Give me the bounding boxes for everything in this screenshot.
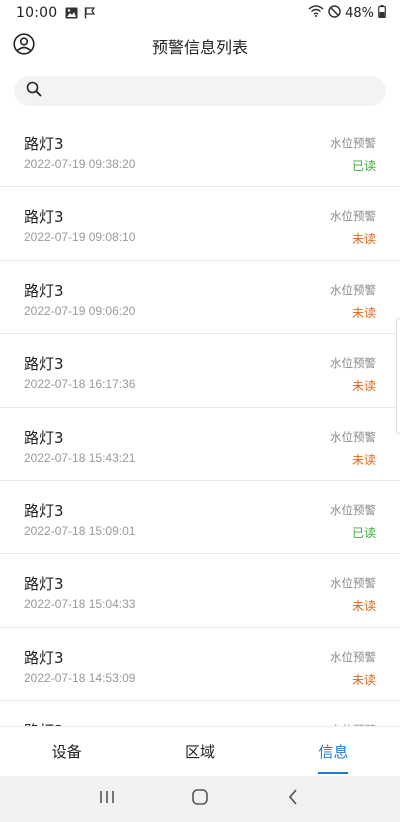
do-not-disturb-icon — [328, 4, 341, 22]
warning-timestamp: 2022-07-18 15:09:01 — [24, 523, 136, 538]
system-nav-bar — [0, 776, 400, 822]
warning-type: 水位预警 — [330, 576, 376, 591]
warning-list[interactable]: 路灯3 2022-07-19 09:38:20 水位预警 已读 路灯3 2022-07-1… — [0, 114, 400, 726]
read-status-badge: 未读 — [351, 452, 376, 467]
battery-percent: 48% — [345, 5, 374, 21]
search-input[interactable] — [42, 76, 386, 106]
warning-timestamp: 2022-07-18 15:43:21 — [24, 450, 136, 465]
warning-device-name: 路灯3 — [24, 575, 64, 594]
recent-apps-icon — [98, 789, 116, 809]
read-status-badge: 未读 — [351, 599, 376, 614]
warning-type: 水位预警 — [330, 649, 376, 664]
header: 预警信息列表 — [0, 26, 400, 66]
warning-type: 水位预警 — [330, 502, 376, 517]
scroll-indicator[interactable] — [396, 318, 400, 434]
tab-label: 信息 — [318, 743, 349, 761]
warning-list-item[interactable]: 路灯3 2022-07-18 15:43:21 水位预警未读 — [0, 408, 400, 481]
status-time: 10:00 — [16, 5, 58, 21]
warning-list-item[interactable]: 路灯3水位预警 — [0, 701, 400, 726]
read-status-badge: 未读 — [351, 379, 376, 394]
account-circle-icon — [13, 33, 35, 59]
home-button[interactable] — [180, 779, 220, 819]
warning-device-name: 路灯3 — [24, 135, 64, 153]
warning-type: 水位预警 — [330, 136, 376, 150]
wifi-icon — [308, 5, 324, 21]
warning-list-item[interactable]: 路灯3 2022-07-19 09:06:20 水位预警未读 — [0, 261, 400, 335]
warning-timestamp: 2022-07-18 14:53:09 — [24, 670, 136, 685]
warning-device-name: 路灯3 — [24, 355, 64, 374]
tab-label: 设备 — [51, 743, 82, 761]
back-button[interactable] — [273, 779, 313, 819]
page-title: 预警信息列表 — [151, 38, 248, 57]
warning-device-name: 路灯3 — [24, 501, 64, 520]
read-status-badge: 已读 — [351, 159, 376, 173]
bottom-tab-bar: 设备 区域 信息 — [0, 726, 400, 776]
warning-timestamp: 2022-07-19 09:08:10 — [24, 230, 136, 245]
tab-messages[interactable]: 信息 — [267, 727, 400, 776]
warning-list-item[interactable]: 路灯3 2022-07-18 15:09:01 水位预警已读 — [0, 481, 400, 555]
warning-type: 水位预警 — [330, 209, 376, 224]
warning-device-name: 路灯3 — [24, 281, 64, 300]
read-status-badge: 未读 — [351, 305, 376, 320]
back-icon — [286, 788, 300, 810]
warning-timestamp: 2022-07-19 09:38:20 — [24, 157, 136, 171]
battery-icon — [378, 4, 386, 22]
home-icon — [191, 788, 209, 810]
search-icon — [26, 81, 42, 101]
read-status-badge: 未读 — [351, 672, 376, 687]
warning-list-item[interactable]: 路灯3 2022-07-19 09:08:10 水位预警未读 — [0, 187, 400, 261]
tab-label: 区域 — [184, 743, 215, 761]
active-tab-indicator — [318, 772, 349, 774]
warning-timestamp: 2022-07-18 16:17:36 — [24, 377, 136, 392]
warning-list-item[interactable]: 路灯3 2022-07-19 09:38:20 水位预警已读 — [0, 114, 400, 188]
warning-list-item[interactable]: 路灯3 2022-07-18 14:53:09 水位预警未读 — [0, 628, 400, 702]
warning-type: 水位预警 — [330, 282, 376, 297]
account-button[interactable] — [12, 33, 36, 59]
warning-type: 水位预警 — [330, 356, 376, 371]
tab-devices[interactable]: 设备 — [0, 727, 133, 776]
warning-timestamp: 2022-07-19 09:06:20 — [24, 303, 136, 318]
image-icon — [65, 4, 78, 23]
status-notification-icons — [65, 4, 96, 23]
warning-device-name: 路灯3 — [24, 648, 64, 667]
read-status-badge: 未读 — [351, 232, 376, 247]
recent-apps-button[interactable] — [87, 779, 127, 819]
status-bar: 10:00 48% — [0, 0, 400, 26]
warning-list-item[interactable]: 路灯3 2022-07-18 15:04:33 水位预警未读 — [0, 554, 400, 628]
tab-areas[interactable]: 区域 — [133, 727, 266, 776]
warning-list-item[interactable]: 路灯3 2022-07-18 16:17:36 水位预警未读 — [0, 334, 400, 408]
warning-device-name: 路灯3 — [24, 428, 64, 447]
read-status-badge: 已读 — [351, 525, 376, 540]
warning-type: 水位预警 — [330, 429, 376, 444]
warning-device-name: 路灯3 — [24, 208, 64, 227]
flag-icon — [84, 4, 96, 23]
search-bar[interactable] — [14, 76, 386, 106]
status-right: 48% — [308, 4, 386, 22]
warning-timestamp: 2022-07-18 15:04:33 — [24, 597, 136, 612]
